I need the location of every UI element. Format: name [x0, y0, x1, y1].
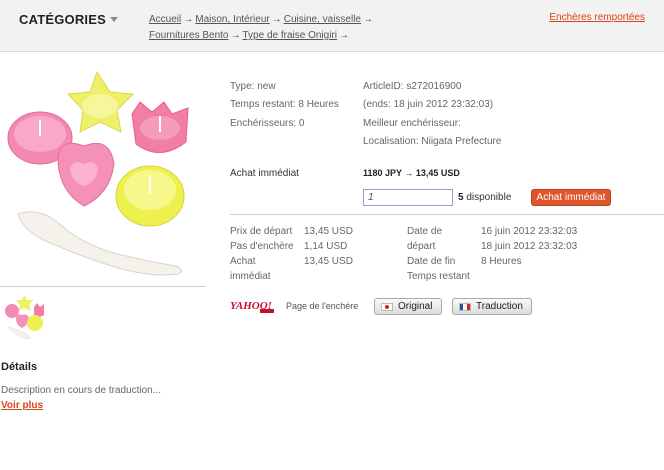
breadcrumb-onigiri[interactable]: Type de fraise Onigiri [243, 30, 338, 41]
japan-flag-icon [381, 302, 393, 311]
breadcrumb-separator: → [363, 14, 373, 25]
best-bidder: Meilleur enchérisseur: [363, 118, 461, 129]
end-date-value: 18 juin 2012 23:32:03 [481, 241, 578, 252]
original-button[interactable]: Original [374, 298, 442, 315]
end-date-label: Date de fin [407, 256, 456, 267]
yahoo-logo: YAHOO! [230, 300, 274, 313]
chevron-down-icon[interactable] [110, 17, 118, 22]
article-id: ArticleID: s272016900 [363, 81, 462, 92]
breadcrumb-separator: → [230, 30, 241, 41]
buy-now-button[interactable]: Achat immédiat [531, 189, 611, 206]
details-right-labels: Date de départ Date de fin Temps restant [407, 226, 470, 283]
buy-now-label-2: immédiat [230, 271, 271, 282]
start-date-label-2: départ [407, 241, 436, 252]
see-more-link[interactable]: Voir plus [1, 400, 43, 411]
breadcrumb-bento[interactable]: Fournitures Bento [149, 30, 229, 41]
ended-auctions-link[interactable]: Enchères remportées [549, 12, 645, 23]
start-date-value: 16 juin 2012 23:32:03 [481, 226, 578, 237]
image-divider [0, 286, 206, 287]
start-price-value: 13,45 USD [304, 226, 353, 237]
details-left-labels: Prix de départ Pas d'enchère Achat imméd… [230, 226, 294, 283]
location: Localisation: Niigata Prefecture [363, 136, 502, 147]
section-divider [230, 214, 664, 215]
description-text: Description en cours de traduction... [1, 385, 162, 396]
availability-text: 5 disponible [458, 192, 511, 203]
buy-now-label: Achat immédiat [230, 168, 299, 179]
details-left-values: 13,45 USD 1,14 USD 13,45 USD [304, 226, 353, 268]
quantity-input[interactable] [363, 189, 453, 206]
item-type: Type: new [230, 81, 276, 92]
translation-button-label: Traduction [476, 301, 523, 312]
breadcrumb-separator: → [271, 14, 282, 25]
bidders-count: Enchérisseurs: 0 [230, 118, 305, 129]
breadcrumb-maison[interactable]: Maison, Intérieur [195, 14, 269, 25]
auction-page-label: Page de l'enchère [286, 301, 359, 311]
breadcrumb-home[interactable]: Accueil [149, 14, 181, 25]
product-image[interactable] [0, 66, 206, 284]
france-flag-icon [459, 302, 471, 311]
end-date: (ends: 18 juin 2012 23:32:03) [363, 99, 494, 110]
product-thumbnail[interactable] [4, 293, 48, 341]
translation-button[interactable]: Traduction [452, 298, 532, 315]
buy-now-label-1: Achat [230, 256, 256, 267]
details-right-values: 16 juin 2012 23:32:03 18 juin 2012 23:32… [481, 226, 577, 268]
buy-now-price: 1180 JPY → 13,45 USD [363, 168, 460, 178]
categories-menu[interactable]: CATÉGORIES [19, 12, 106, 27]
bid-step-value: 1,14 USD [304, 241, 348, 252]
breadcrumb-separator: → [339, 30, 349, 41]
time-left: Temps restant: 8 Heures [230, 99, 339, 110]
time-left-label: Temps restant [407, 271, 470, 282]
available-label: disponible [463, 192, 512, 203]
bid-step-label: Pas d'enchère [230, 241, 294, 252]
top-bar: CATÉGORIES Accueil → Maison, Intérieur → Cui… [0, 0, 664, 52]
start-date-label-1: Date de [407, 226, 443, 237]
original-button-label: Original [398, 301, 433, 312]
details-heading: Détails [1, 361, 38, 373]
buy-now-value: 13,45 USD [304, 256, 353, 267]
start-price-label: Prix de départ [230, 226, 293, 237]
breadcrumb-cuisine[interactable]: Cuisine, vaisselle [284, 14, 361, 25]
breadcrumb-separator: → [183, 14, 194, 25]
time-left-value: 8 Heures [481, 256, 522, 267]
breadcrumb: Accueil → Maison, Intérieur → Cuisine, vaiss… [149, 12, 409, 44]
